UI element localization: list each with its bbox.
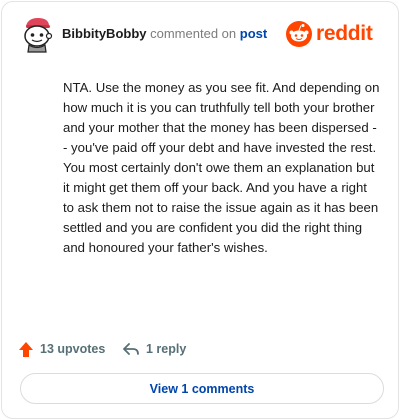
reply-count: 1 reply xyxy=(146,342,187,356)
upvote-arrow-icon xyxy=(19,341,33,357)
reddit-wordmark: reddit xyxy=(316,22,373,45)
action-text: commented on xyxy=(150,26,237,41)
post-link[interactable]: post xyxy=(240,26,267,41)
reply-button[interactable]: 1 reply xyxy=(122,338,186,360)
reddit-snoo-icon xyxy=(286,21,312,47)
reply-arrow-icon xyxy=(123,343,139,355)
upvotes-count: 13 upvotes xyxy=(40,342,106,356)
comment-card: BibbityBobby commented on post reddit NT… xyxy=(1,1,399,419)
username-link[interactable]: BibbityBobby xyxy=(62,26,147,41)
view-comments-button[interactable]: View 1 comments xyxy=(20,373,384,404)
comment-meta: BibbityBobby commented on post xyxy=(62,26,267,42)
comment-body: NTA. Use the money as you see fit. And d… xyxy=(63,80,380,255)
comment-header: BibbityBobby commented on post reddit xyxy=(18,14,382,54)
snoo-avatar-icon[interactable] xyxy=(18,14,58,54)
upvote-button[interactable]: 13 upvotes xyxy=(18,338,105,360)
reddit-logo[interactable]: reddit xyxy=(286,21,382,47)
